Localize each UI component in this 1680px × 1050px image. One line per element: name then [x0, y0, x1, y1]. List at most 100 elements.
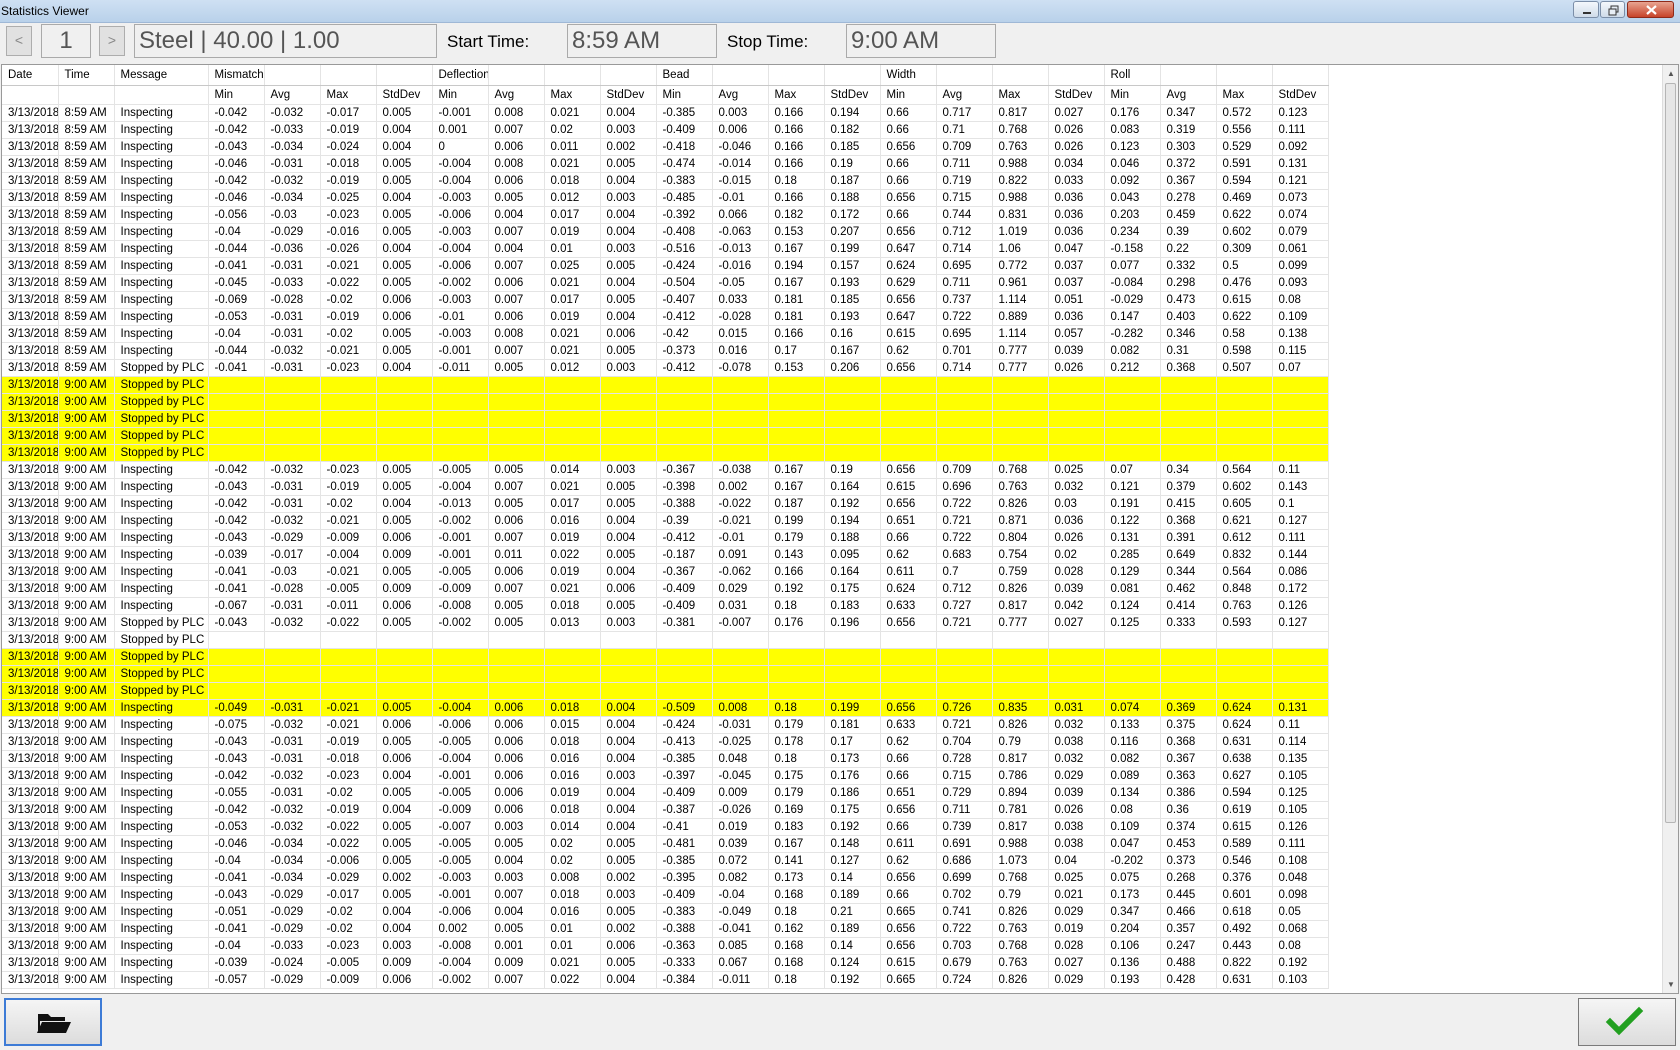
table-cell: 9:00 AM	[58, 597, 115, 615]
table-cell: 0.006	[600, 325, 657, 343]
open-file-button[interactable]	[4, 998, 102, 1046]
table-row[interactable]: 3/13/2018 9:00 AM Stopped by PLC	[2, 444, 1329, 462]
table-row[interactable]: 3/13/2018 8:59 AM Inspecting -0.056 -0.03 -0.…	[2, 206, 1329, 224]
table-row[interactable]: 3/13/2018 9:00 AM Inspecting -0.039 -0.024 -0…	[2, 954, 1329, 972]
table-row[interactable]: 3/13/2018 9:00 AM Inspecting -0.051 -0.029 -0…	[2, 903, 1329, 921]
table-row[interactable]: 3/13/2018 9:00 AM Inspecting -0.067 -0.031 -0…	[2, 597, 1329, 615]
table-cell: 0.004	[600, 699, 657, 717]
table-row[interactable]: 3/13/2018 9:00 AM Inspecting -0.046 -0.034 -0…	[2, 835, 1329, 853]
table-row[interactable]: 3/13/2018 9:00 AM Inspecting -0.042 -0.032 -0…	[2, 512, 1329, 530]
table-row[interactable]: 3/13/2018 9:00 AM Inspecting -0.043 -0.029 -0…	[2, 886, 1329, 904]
table-cell: 0.031	[1048, 699, 1105, 717]
table-row[interactable]: 3/13/2018 9:00 AM Stopped by PLC	[2, 427, 1329, 445]
table-row[interactable]: 3/13/2018 9:00 AM Inspecting -0.057 -0.029 -0…	[2, 971, 1329, 989]
table-row[interactable]: 3/13/2018 8:59 AM Inspecting -0.042 -0.032 -0…	[2, 104, 1329, 122]
stop-time-field[interactable]: 9:00 AM	[846, 24, 996, 58]
table-row[interactable]: 3/13/2018 9:00 AM Inspecting -0.043 -0.029 -0…	[2, 529, 1329, 547]
table-row[interactable]: 3/13/2018 9:00 AM Inspecting -0.041 -0.029 -0…	[2, 920, 1329, 938]
table-row[interactable]: 3/13/2018 9:00 AM Inspecting -0.043 -0.031 -0…	[2, 478, 1329, 496]
table-row[interactable]: 3/13/2018 9:00 AM Inspecting -0.04 -0.034 -0.…	[2, 852, 1329, 870]
table-cell: -0.069	[208, 291, 265, 309]
table-row[interactable]: 3/13/2018 8:59 AM Inspecting -0.044 -0.036 -0…	[2, 240, 1329, 258]
table-row[interactable]: 3/13/2018 9:00 AM Stopped by PLC	[2, 648, 1329, 666]
table-cell: -0.424	[656, 257, 713, 275]
table-row[interactable]: 3/13/2018 8:59 AM Inspecting -0.046 -0.031 -0…	[2, 155, 1329, 173]
scroll-down-icon[interactable]: ▼	[1663, 976, 1678, 993]
table-row[interactable]: 3/13/2018 9:00 AM Inspecting -0.053 -0.032 -0…	[2, 818, 1329, 836]
table-row[interactable]: 3/13/2018 9:00 AM Inspecting -0.055 -0.031 -0…	[2, 784, 1329, 802]
table-cell: -0.011	[432, 359, 489, 377]
table-row[interactable]: 3/13/2018 9:00 AM Stopped by PLC	[2, 393, 1329, 411]
table-row[interactable]: 3/13/2018 9:00 AM Inspecting -0.039 -0.017 -0…	[2, 546, 1329, 564]
table-cell: -0.031	[264, 359, 321, 377]
table-row[interactable]: 3/13/2018 9:00 AM Inspecting -0.041 -0.028 -0…	[2, 580, 1329, 598]
table-cell: -0.023	[320, 461, 377, 479]
table-row[interactable]: 3/13/2018 9:00 AM Inspecting -0.043 -0.031 -0…	[2, 733, 1329, 751]
table-cell	[656, 648, 713, 666]
table-row[interactable]: 3/13/2018 8:59 AM Inspecting -0.04 -0.031 -0.…	[2, 325, 1329, 343]
table-cell: -0.004	[432, 750, 489, 768]
table-row[interactable]: 3/13/2018 9:00 AM Inspecting -0.041 -0.03 -0.…	[2, 563, 1329, 581]
table-row[interactable]: 3/13/2018 9:00 AM Stopped by PLC	[2, 682, 1329, 700]
table-cell: 0.04	[1048, 852, 1105, 870]
table-cell: -0.017	[320, 886, 377, 904]
table-cell: 0.006	[376, 597, 433, 615]
table-row[interactable]: 3/13/2018 9:00 AM Inspecting -0.043 -0.031 -0…	[2, 750, 1329, 768]
table-row[interactable]: 3/13/2018 8:59 AM Inspecting -0.053 -0.031 -0…	[2, 308, 1329, 326]
table-cell: 8:59 AM	[58, 240, 115, 258]
table-cell: 0.079	[1272, 223, 1329, 241]
table-row[interactable]: 3/13/2018 8:59 AM Inspecting -0.042 -0.033 -0…	[2, 121, 1329, 139]
table-row[interactable]: 3/13/2018 9:00 AM Inspecting -0.041 -0.034 -0…	[2, 869, 1329, 887]
table-row[interactable]: 3/13/2018 8:59 AM Inspecting -0.045 -0.033 -0…	[2, 274, 1329, 292]
table-cell: 0.176	[824, 767, 881, 785]
table-row[interactable]: 3/13/2018 9:00 AM Inspecting -0.042 -0.031 -0…	[2, 495, 1329, 513]
table-row[interactable]: 3/13/2018 8:59 AM Inspecting -0.041 -0.031 -0…	[2, 257, 1329, 275]
table-cell: 0.004	[376, 359, 433, 377]
table-cell: 0.009	[376, 546, 433, 564]
table-row[interactable]: 3/13/2018 9:00 AM Stopped by PLC	[2, 376, 1329, 394]
table-row[interactable]: 3/13/2018 9:00 AM Inspecting -0.042 -0.032 -0…	[2, 767, 1329, 785]
table-cell: 0.036	[1048, 308, 1105, 326]
table-row[interactable]: 3/13/2018 8:59 AM Inspecting -0.046 -0.034 -0…	[2, 189, 1329, 207]
table-cell	[488, 393, 545, 411]
table-cell: 0.777	[992, 342, 1049, 360]
table-cell: Inspecting	[114, 206, 209, 224]
table-row[interactable]: 3/13/2018 8:59 AM Inspecting -0.069 -0.028 -0…	[2, 291, 1329, 309]
table-row[interactable]: 3/13/2018 9:00 AM Inspecting -0.04 -0.033 -0.…	[2, 937, 1329, 955]
minimize-button[interactable]	[1573, 1, 1599, 18]
table-row[interactable]: 3/13/2018 9:00 AM Inspecting -0.075 -0.032 -0…	[2, 716, 1329, 734]
table-row[interactable]: 3/13/2018 9:00 AM Inspecting -0.049 -0.031 -0…	[2, 699, 1329, 717]
table-row[interactable]: 3/13/2018 8:59 AM Inspecting -0.042 -0.032 -0…	[2, 172, 1329, 190]
vertical-scrollbar[interactable]: ▲ ▼	[1662, 65, 1678, 993]
close-button[interactable]	[1627, 1, 1674, 18]
scroll-up-icon[interactable]: ▲	[1663, 65, 1678, 82]
scroll-thumb[interactable]	[1665, 83, 1676, 823]
table-row[interactable]: 3/13/2018 9:00 AM Inspecting -0.042 -0.032 -0…	[2, 461, 1329, 479]
table-cell: 0.006	[376, 750, 433, 768]
table-cell	[768, 682, 825, 700]
statistics-grid[interactable]: Date Time Message Mismatch Deflection Bead Wid…	[1, 64, 1679, 994]
table-row[interactable]: 3/13/2018 9:00 AM Stopped by PLC	[2, 665, 1329, 683]
table-cell: -0.031	[712, 716, 769, 734]
table-row[interactable]: 3/13/2018 9:00 AM Inspecting -0.042 -0.032 -0…	[2, 801, 1329, 819]
table-cell: 9:00 AM	[58, 546, 115, 564]
start-time-field[interactable]: 8:59 AM	[567, 24, 717, 58]
table-row[interactable]: 3/13/2018 8:59 AM Inspecting -0.044 -0.032 -0…	[2, 342, 1329, 360]
maximize-button[interactable]	[1600, 1, 1625, 18]
table-cell: 0.005	[600, 954, 657, 972]
table-cell: 0.624	[880, 580, 937, 598]
table-row[interactable]: 3/13/2018 9:00 AM Stopped by PLC	[2, 410, 1329, 428]
table-cell	[824, 682, 881, 700]
table-row[interactable]: 3/13/2018 8:59 AM Inspecting -0.04 -0.029 -0.…	[2, 223, 1329, 241]
table-cell: 0.005	[376, 818, 433, 836]
table-row[interactable]: 3/13/2018 9:00 AM Stopped by PLC -0.043 -0.0…	[2, 614, 1329, 632]
table-cell: 0.572	[1216, 104, 1273, 122]
table-cell: 0.714	[936, 240, 993, 258]
next-page-button[interactable]: >	[99, 26, 125, 56]
previous-page-button[interactable]: <	[6, 26, 32, 56]
table-row[interactable]: 3/13/2018 8:59 AM Inspecting -0.043 -0.034 -0…	[2, 138, 1329, 156]
table-row[interactable]: 3/13/2018 8:59 AM Stopped by PLC -0.041 -0.0…	[2, 359, 1329, 377]
table-cell: 8:59 AM	[58, 342, 115, 360]
ok-button[interactable]	[1578, 998, 1676, 1046]
table-row[interactable]: 3/13/2018 9:00 AM Stopped by PLC	[2, 631, 1329, 649]
